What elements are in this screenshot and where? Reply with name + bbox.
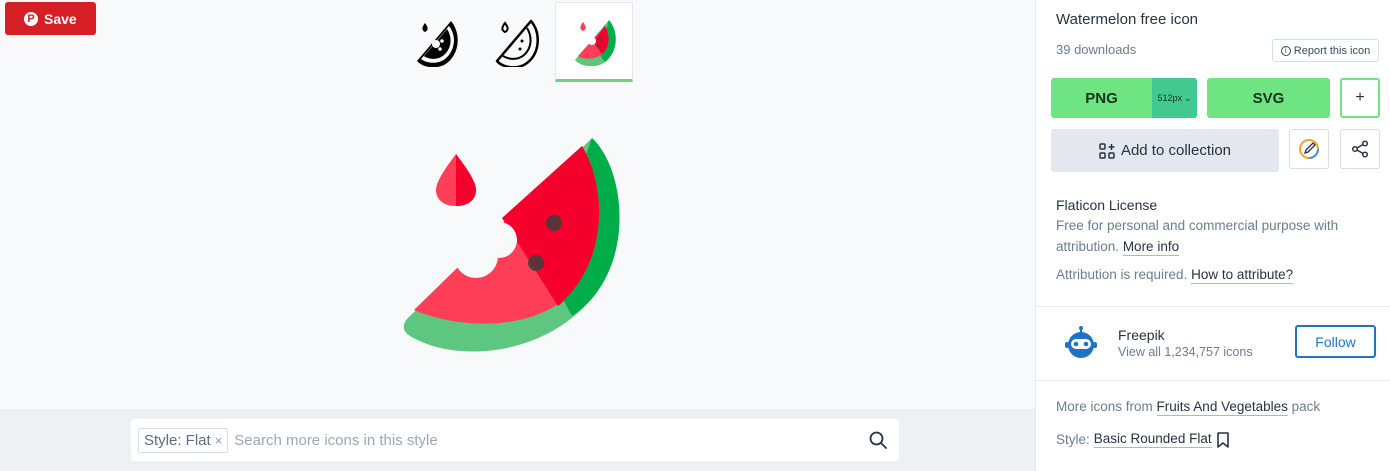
edit-icon-button[interactable] (1289, 129, 1329, 169)
pinterest-icon: P (24, 11, 38, 26)
style-chip-label: Style: Flat (144, 431, 211, 449)
more-icons-prefix: More icons from (1056, 399, 1153, 414)
downloads-count: 39 downloads (1056, 42, 1137, 57)
style-filter-chip: Style: Flat × (138, 427, 229, 453)
attribution-line: Attribution is required. How to attribut… (1056, 267, 1294, 284)
report-icon-button[interactable]: i Report this icon (1272, 39, 1379, 62)
share-button[interactable] (1340, 129, 1380, 169)
chevron-down-icon: ⌄ (1183, 92, 1192, 103)
author-icon-count[interactable]: View all 1,234,757 icons (1118, 345, 1253, 359)
style-search-bar: Style: Flat × (131, 419, 899, 461)
freepik-avatar-icon[interactable] (1063, 325, 1099, 361)
pack-link[interactable]: Fruits And Vegetables (1156, 399, 1288, 416)
variant-fill[interactable] (397, 2, 475, 82)
png-size-select[interactable]: 512px ⌄ (1152, 78, 1197, 118)
style-line: Style: Basic Rounded Flat (1056, 431, 1230, 448)
more-icons-line: More icons from Fruits And Vegetables pa… (1056, 399, 1321, 416)
download-svg-button[interactable]: SVG (1207, 78, 1330, 118)
style-prefix: Style: (1056, 432, 1090, 447)
report-label: Report this icon (1293, 44, 1371, 57)
icon-details-panel: Watermelon free icon 39 downloads i Repo… (1035, 0, 1390, 471)
collection-icon (1099, 142, 1115, 159)
download-png-button[interactable]: PNG 512px ⌄ (1051, 78, 1197, 118)
close-icon[interactable]: × (215, 433, 223, 448)
how-to-attribute-link[interactable]: How to attribute? (1191, 267, 1294, 284)
add-to-collection-button[interactable]: Add to collection (1051, 129, 1279, 172)
more-info-link[interactable]: More info (1122, 239, 1180, 256)
save-label: Save (44, 10, 77, 27)
attribution-text: Attribution is required. (1056, 267, 1188, 282)
info-icon: i (1280, 45, 1291, 56)
share-icon (1351, 140, 1369, 158)
divider (1036, 380, 1390, 381)
edit-pencil-icon (1299, 139, 1319, 159)
pinterest-save-button[interactable]: P Save (5, 2, 96, 35)
bookmark-icon[interactable] (1216, 431, 1230, 448)
watermelon-main-icon (403, 138, 620, 352)
icon-title: Watermelon free icon (1056, 11, 1199, 28)
style-link[interactable]: Basic Rounded Flat (1093, 431, 1212, 448)
divider (1036, 306, 1390, 307)
more-icons-suffix: pack (1291, 399, 1321, 414)
search-icon[interactable] (867, 429, 889, 451)
license-text: Free for personal and commercial purpose… (1056, 218, 1339, 254)
watermelon-fill-icon (417, 21, 458, 67)
author-name[interactable]: Freepik (1118, 327, 1165, 343)
variant-flat[interactable] (555, 2, 633, 82)
watermelon-flat-icon (575, 20, 616, 66)
license-title: Flaticon License (1056, 197, 1158, 213)
variant-lineal[interactable] (477, 2, 555, 82)
search-input[interactable] (228, 431, 867, 449)
watermelon-lineal-icon (495, 19, 539, 67)
png-label: PNG (1085, 89, 1118, 107)
license-description: Free for personal and commercial purpose… (1056, 215, 1376, 257)
more-formats-button[interactable]: + (1340, 78, 1380, 118)
follow-button[interactable]: Follow (1295, 325, 1376, 358)
collection-label: Add to collection (1120, 142, 1232, 159)
png-size-value: 512px (1157, 93, 1182, 103)
